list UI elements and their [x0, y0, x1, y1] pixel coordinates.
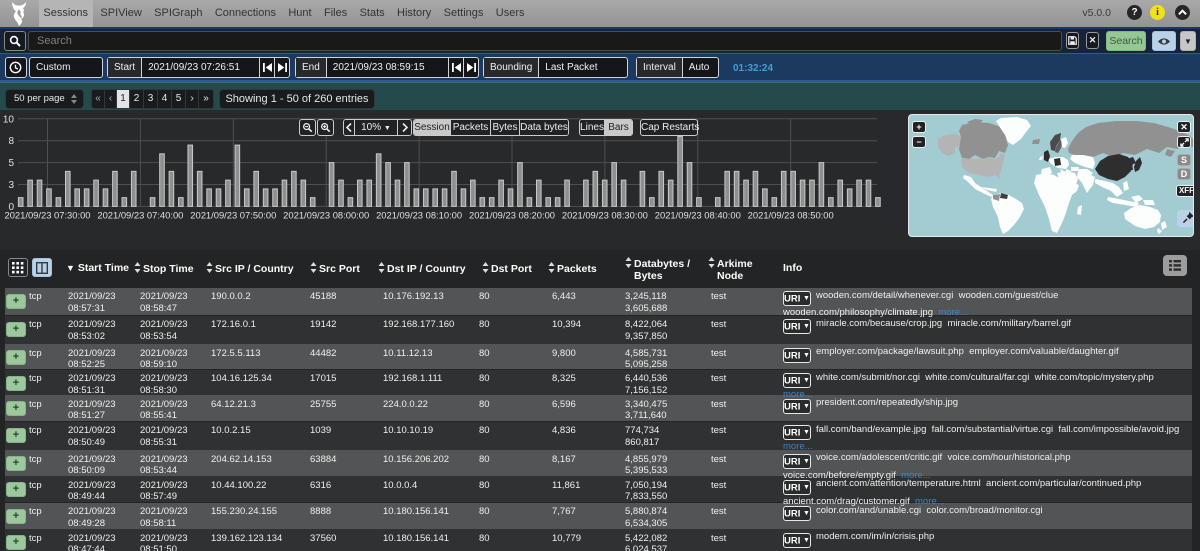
svg-text:3: 3 [8, 180, 14, 191]
svg-text:2021/09/23 08:20:00: 2021/09/23 08:20:00 [469, 209, 555, 220]
svg-text:2021/09/23 08:30:00: 2021/09/23 08:30:00 [562, 209, 648, 220]
svg-text:8: 8 [8, 136, 14, 147]
svg-text:5: 5 [8, 158, 14, 169]
svg-text:2021/09/23 08:10:00: 2021/09/23 08:10:00 [376, 209, 462, 220]
svg-text:2021/09/23 07:40:00: 2021/09/23 07:40:00 [97, 209, 183, 220]
svg-text:2021/09/23 08:40:00: 2021/09/23 08:40:00 [655, 209, 741, 220]
svg-text:2021/09/23 07:30:00: 2021/09/23 07:30:00 [4, 209, 90, 220]
svg-text:2021/09/23 08:50:00: 2021/09/23 08:50:00 [748, 209, 834, 220]
svg-text:2021/09/23 07:50:00: 2021/09/23 07:50:00 [190, 209, 276, 220]
svg-text:10: 10 [3, 114, 15, 125]
svg-text:2021/09/23 08:00:00: 2021/09/23 08:00:00 [283, 209, 369, 220]
